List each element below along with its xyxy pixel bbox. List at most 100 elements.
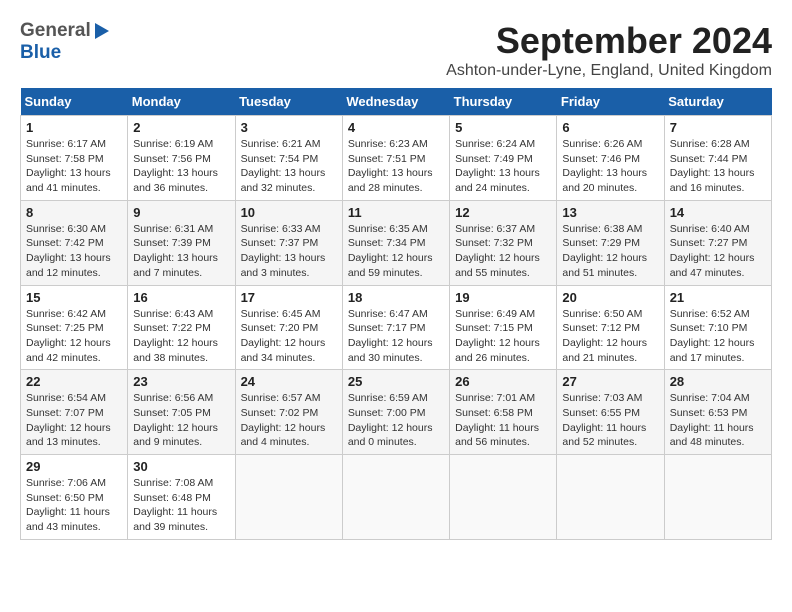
day-number: 6 [562,120,658,135]
day-number: 11 [348,205,444,220]
day-number: 23 [133,374,229,389]
day-info: Sunrise: 6:26 AM Sunset: 7:46 PM Dayligh… [562,137,658,196]
day-number: 25 [348,374,444,389]
calendar-cell [342,455,449,540]
day-info: Sunrise: 6:57 AM Sunset: 7:02 PM Dayligh… [241,391,337,450]
calendar-cell: 29 Sunrise: 7:06 AM Sunset: 6:50 PM Dayli… [21,455,128,540]
calendar-cell: 3Sunrise: 6:21 AM Sunset: 7:54 PM Daylig… [235,116,342,201]
calendar-cell: 8 Sunrise: 6:30 AM Sunset: 7:42 PM Daylig… [21,200,128,285]
calendar-cell: 18 Sunrise: 6:47 AM Sunset: 7:17 PM Dayli… [342,285,449,370]
day-info: Sunrise: 6:19 AM Sunset: 7:56 PM Dayligh… [133,137,229,196]
day-info: Sunrise: 6:59 AM Sunset: 7:00 PM Dayligh… [348,391,444,450]
day-info: Sunrise: 6:45 AM Sunset: 7:20 PM Dayligh… [241,307,337,366]
day-info: Sunrise: 6:31 AM Sunset: 7:39 PM Dayligh… [133,222,229,281]
day-info: Sunrise: 7:03 AM Sunset: 6:55 PM Dayligh… [562,391,658,450]
day-info: Sunrise: 6:37 AM Sunset: 7:32 PM Dayligh… [455,222,551,281]
col-header-sunday: Sunday [21,88,128,116]
day-number: 20 [562,290,658,305]
day-info: Sunrise: 6:42 AM Sunset: 7:25 PM Dayligh… [26,307,122,366]
week-row-3: 15Sunrise: 6:42 AM Sunset: 7:25 PM Dayli… [21,285,772,370]
calendar-cell: 9 Sunrise: 6:31 AM Sunset: 7:39 PM Daylig… [128,200,235,285]
week-row-1: 1Sunrise: 6:17 AM Sunset: 7:58 PM Daylig… [21,116,772,201]
week-row-5: 29 Sunrise: 7:06 AM Sunset: 6:50 PM Dayli… [21,455,772,540]
day-info: Sunrise: 6:43 AM Sunset: 7:22 PM Dayligh… [133,307,229,366]
day-number: 30 [133,459,229,474]
day-number: 7 [670,120,766,135]
col-header-friday: Friday [557,88,664,116]
day-number: 10 [241,205,337,220]
calendar-cell: 23 Sunrise: 6:56 AM Sunset: 7:05 PM Dayli… [128,370,235,455]
week-row-4: 22 Sunrise: 6:54 AM Sunset: 7:07 PM Dayli… [21,370,772,455]
logo: General Blue [20,20,109,64]
calendar-cell: 13 Sunrise: 6:38 AM Sunset: 7:29 PM Dayli… [557,200,664,285]
calendar-cell: 22 Sunrise: 6:54 AM Sunset: 7:07 PM Dayli… [21,370,128,455]
logo-blue: Blue [20,42,61,64]
day-info: Sunrise: 6:38 AM Sunset: 7:29 PM Dayligh… [562,222,658,281]
day-info: Sunrise: 6:35 AM Sunset: 7:34 PM Dayligh… [348,222,444,281]
day-info: Sunrise: 7:01 AM Sunset: 6:58 PM Dayligh… [455,391,551,450]
calendar-cell: 4 Sunrise: 6:23 AM Sunset: 7:51 PM Daylig… [342,116,449,201]
calendar-cell: 17 Sunrise: 6:45 AM Sunset: 7:20 PM Dayli… [235,285,342,370]
day-number: 9 [133,205,229,220]
day-info: Sunrise: 6:30 AM Sunset: 7:42 PM Dayligh… [26,222,122,281]
header: General Blue September 2024 Ashton-under… [20,20,772,80]
calendar-cell [235,455,342,540]
calendar-cell: 2 Sunrise: 6:19 AM Sunset: 7:56 PM Daylig… [128,116,235,201]
calendar-cell: 19 Sunrise: 6:49 AM Sunset: 7:15 PM Dayli… [450,285,557,370]
month-title: September 2024 [446,20,772,62]
day-number: 13 [562,205,658,220]
day-number: 22 [26,374,122,389]
calendar-cell: 28 Sunrise: 7:04 AM Sunset: 6:53 PM Dayli… [664,370,771,455]
day-number: 17 [241,290,337,305]
logo-general: General [20,20,91,42]
calendar-cell: 16 Sunrise: 6:43 AM Sunset: 7:22 PM Dayli… [128,285,235,370]
day-info: Sunrise: 6:21 AM Sunset: 7:54 PM Dayligh… [241,137,337,196]
day-number: 18 [348,290,444,305]
title-area: September 2024 Ashton-under-Lyne, Englan… [446,20,772,80]
day-number: 28 [670,374,766,389]
day-number: 8 [26,205,122,220]
day-number: 12 [455,205,551,220]
calendar-cell: 1Sunrise: 6:17 AM Sunset: 7:58 PM Daylig… [21,116,128,201]
day-info: Sunrise: 6:24 AM Sunset: 7:49 PM Dayligh… [455,137,551,196]
day-info: Sunrise: 6:50 AM Sunset: 7:12 PM Dayligh… [562,307,658,366]
location-subtitle: Ashton-under-Lyne, England, United Kingd… [446,62,772,80]
day-number: 21 [670,290,766,305]
calendar-cell: 7 Sunrise: 6:28 AM Sunset: 7:44 PM Daylig… [664,116,771,201]
day-info: Sunrise: 6:23 AM Sunset: 7:51 PM Dayligh… [348,137,444,196]
day-info: Sunrise: 6:28 AM Sunset: 7:44 PM Dayligh… [670,137,766,196]
day-number: 26 [455,374,551,389]
day-number: 19 [455,290,551,305]
day-info: Sunrise: 6:52 AM Sunset: 7:10 PM Dayligh… [670,307,766,366]
calendar-cell: 24Sunrise: 6:57 AM Sunset: 7:02 PM Dayli… [235,370,342,455]
col-header-monday: Monday [128,88,235,116]
day-info: Sunrise: 6:56 AM Sunset: 7:05 PM Dayligh… [133,391,229,450]
day-number: 14 [670,205,766,220]
day-info: Sunrise: 7:08 AM Sunset: 6:48 PM Dayligh… [133,476,229,535]
day-info: Sunrise: 7:06 AM Sunset: 6:50 PM Dayligh… [26,476,122,535]
day-number: 29 [26,459,122,474]
calendar-cell: 30 Sunrise: 7:08 AM Sunset: 6:48 PM Dayli… [128,455,235,540]
calendar-cell: 27 Sunrise: 7:03 AM Sunset: 6:55 PM Dayli… [557,370,664,455]
week-row-2: 8 Sunrise: 6:30 AM Sunset: 7:42 PM Daylig… [21,200,772,285]
day-number: 2 [133,120,229,135]
calendar-cell [664,455,771,540]
day-info: Sunrise: 6:40 AM Sunset: 7:27 PM Dayligh… [670,222,766,281]
calendar-table: SundayMondayTuesdayWednesdayThursdayFrid… [20,88,772,540]
calendar-cell: 5Sunrise: 6:24 AM Sunset: 7:49 PM Daylig… [450,116,557,201]
calendar-cell: 14 Sunrise: 6:40 AM Sunset: 7:27 PM Dayli… [664,200,771,285]
day-number: 27 [562,374,658,389]
day-number: 16 [133,290,229,305]
day-info: Sunrise: 7:04 AM Sunset: 6:53 PM Dayligh… [670,391,766,450]
calendar-cell: 25 Sunrise: 6:59 AM Sunset: 7:00 PM Dayli… [342,370,449,455]
calendar-body: 1Sunrise: 6:17 AM Sunset: 7:58 PM Daylig… [21,116,772,540]
calendar-cell: 26 Sunrise: 7:01 AM Sunset: 6:58 PM Dayli… [450,370,557,455]
day-number: 4 [348,120,444,135]
col-header-thursday: Thursday [450,88,557,116]
day-info: Sunrise: 6:49 AM Sunset: 7:15 PM Dayligh… [455,307,551,366]
day-info: Sunrise: 6:33 AM Sunset: 7:37 PM Dayligh… [241,222,337,281]
calendar-cell: 10 Sunrise: 6:33 AM Sunset: 7:37 PM Dayli… [235,200,342,285]
day-info: Sunrise: 6:47 AM Sunset: 7:17 PM Dayligh… [348,307,444,366]
calendar-cell [557,455,664,540]
day-info: Sunrise: 6:54 AM Sunset: 7:07 PM Dayligh… [26,391,122,450]
